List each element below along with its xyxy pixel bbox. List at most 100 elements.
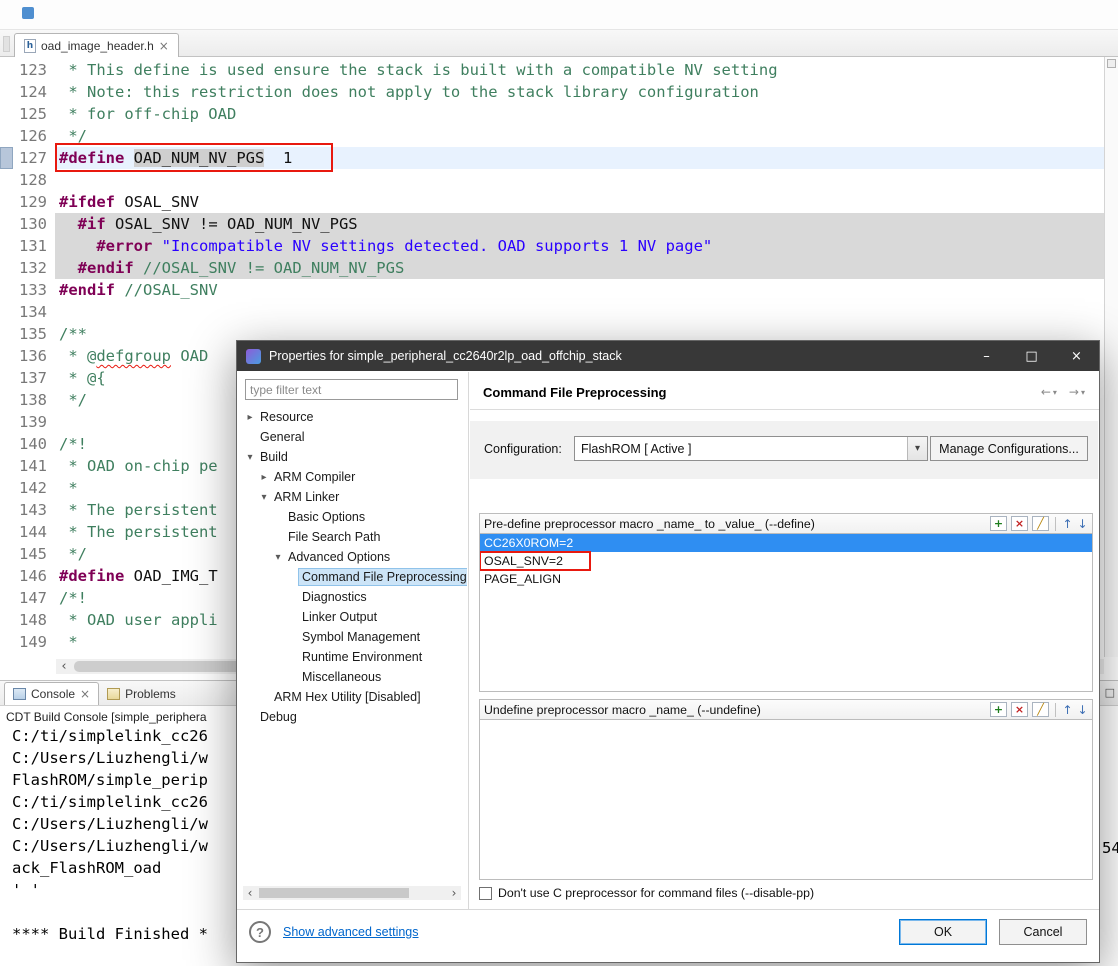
maximize-button[interactable]: □ [1009,341,1054,371]
code-line[interactable]: 133#endif //OSAL_SNV [0,279,1104,301]
code-line[interactable]: 124 * Note: this restriction does not ap… [0,81,1104,103]
move-down-icon[interactable]: ↓ [1077,516,1088,531]
gutter-marker [0,411,13,433]
macro-item-page-align[interactable]: PAGE_ALIGN [480,570,1092,588]
disable-pp-checkbox[interactable] [479,887,492,900]
overview-ruler[interactable] [1104,57,1118,657]
chevron-down-icon[interactable]: ▾ [271,552,285,563]
edit-macro-icon[interactable]: ╱ [1032,516,1049,531]
code-line[interactable]: 132 #endif //OSAL_SNV != OAD_NUM_NV_PGS [0,257,1104,279]
filter-input[interactable] [245,379,458,400]
tree-item-runtime-environment[interactable]: Runtime Environment [239,647,467,667]
line-number: 140 [13,433,55,455]
delete-macro-icon[interactable]: × [1011,516,1028,531]
tree-item-diagnostics[interactable]: Diagnostics [239,587,467,607]
close-button[interactable]: × [1054,341,1099,371]
chevron-right-icon[interactable]: ▸ [243,412,257,423]
undefine-title: Undefine preprocessor macro _name_ (--un… [484,703,990,717]
application-window: h oad_image_header.h × 123 * This define… [0,0,1118,966]
tree-item-arm-hex-utility-disabled[interactable]: ARM Hex Utility [Disabled] [239,687,467,707]
move-down-icon[interactable]: ↓ [1077,702,1088,717]
code-line[interactable]: 126 */ [0,125,1104,147]
manage-configurations-button[interactable]: Manage Configurations... [930,436,1088,461]
tree-item-label: Resource [257,409,317,425]
scrollbar-thumb[interactable] [259,888,409,898]
scroll-left-icon[interactable]: ‹ [56,659,72,674]
chevron-right-icon[interactable]: ▸ [257,472,271,483]
tree-item-miscellaneous[interactable]: Miscellaneous [239,667,467,687]
help-button[interactable]: ? [249,921,271,943]
predefine-list[interactable]: CC26X0ROM=2OSAL_SNV=2PAGE_ALIGN [479,534,1093,692]
editor-tab-label: oad_image_header.h [41,39,154,53]
editor-tab[interactable]: h oad_image_header.h × [14,33,179,57]
tree-item-debug[interactable]: Debug [239,707,467,727]
cancel-button[interactable]: Cancel [999,919,1087,945]
ok-button[interactable]: OK [899,919,987,945]
problems-tab[interactable]: Problems [99,682,184,705]
tree-item-label: General [257,429,307,445]
nav-forward-icon[interactable]: → [1069,385,1079,399]
tree-hscrollbar[interactable]: ‹ › [243,886,461,900]
code-line[interactable]: 131 #error "Incompatible NV settings det… [0,235,1104,257]
tree-item-basic-options[interactable]: Basic Options [239,507,467,527]
tree-item-command-file-preprocessing[interactable]: Command File Preprocessing [239,567,467,587]
edit-macro-icon[interactable]: ╱ [1032,702,1049,717]
code-line[interactable]: 123 * This define is used ensure the sta… [0,59,1104,81]
nav-forward-dropdown-icon[interactable]: ▾ [1081,388,1085,397]
dialog-titlebar[interactable]: Properties for simple_peripheral_cc2640r… [237,341,1099,371]
delete-macro-icon[interactable]: × [1011,702,1028,717]
tree-item-linker-output[interactable]: Linker Output [239,607,467,627]
advanced-settings-link[interactable]: Show advanced settings [283,925,419,939]
toolbar-icon[interactable] [22,7,34,19]
gutter-marker [0,59,13,81]
code-line[interactable]: 130 #if OSAL_SNV != OAD_NUM_NV_PGS [0,213,1104,235]
tree-item-label: Diagnostics [299,589,370,605]
chevron-down-icon[interactable]: ▾ [257,492,271,503]
macro-item-cc26x0rom-2[interactable]: CC26X0ROM=2 [480,534,1092,552]
console-close-icon[interactable]: × [80,687,90,701]
code-line[interactable]: 129#ifdef OSAL_SNV [0,191,1104,213]
console-icon [13,688,26,700]
tree-item-build[interactable]: ▾Build [239,447,467,467]
console-tab[interactable]: Console × [4,682,99,705]
scroll-left-icon[interactable]: ‹ [243,886,257,900]
tab-close-icon[interactable]: × [159,39,169,53]
minimize-button[interactable]: – [964,341,1009,371]
tree-item-file-search-path[interactable]: File Search Path [239,527,467,547]
tree-item-advanced-options[interactable]: ▾Advanced Options [239,547,467,567]
code-line[interactable]: 134 [0,301,1104,323]
undefine-list[interactable] [479,720,1093,880]
gutter-marker [0,169,13,191]
tree-item-arm-compiler[interactable]: ▸ARM Compiler [239,467,467,487]
tree-item-resource[interactable]: ▸Resource [239,407,467,427]
chevron-down-icon[interactable]: ▾ [243,452,257,463]
line-number: 145 [13,543,55,565]
move-up-icon[interactable]: ↑ [1062,516,1073,531]
gutter-marker [0,631,13,653]
tree-item-general[interactable]: General [239,427,467,447]
console-maximize-icon[interactable]: □ [1105,686,1115,699]
line-number: 126 [13,125,55,147]
line-number: 143 [13,499,55,521]
scroll-right-icon[interactable]: › [447,886,461,900]
tree-item-label: Build [257,449,291,465]
add-macro-icon[interactable]: + [990,516,1007,531]
console-line-tail: 54 [1102,839,1118,857]
line-number: 129 [13,191,55,213]
code-line[interactable]: 125 * for off-chip OAD [0,103,1104,125]
move-up-icon[interactable]: ↑ [1062,702,1073,717]
problems-tab-label: Problems [125,687,176,701]
tree-item-symbol-management[interactable]: Symbol Management [239,627,467,647]
nav-back-icon[interactable]: ← [1041,385,1051,399]
code-line[interactable]: 127#define OAD_NUM_NV_PGS 1 [0,147,1104,169]
tree-item-arm-linker[interactable]: ▾ARM Linker [239,487,467,507]
nav-back-dropdown-icon[interactable]: ▾ [1053,388,1057,397]
add-macro-icon[interactable]: + [990,702,1007,717]
tree-item-label: ARM Hex Utility [Disabled] [271,689,424,705]
macro-item-osal-snv-2[interactable]: OSAL_SNV=2 [480,552,1092,570]
editor-tab-bar: h oad_image_header.h × [0,30,1118,57]
code-line[interactable]: 128 [0,169,1104,191]
configuration-select[interactable]: FlashROM [ Active ] ▾ [574,436,928,461]
view-trim-handle[interactable] [3,36,10,52]
overview-header-icon[interactable] [1107,59,1116,68]
